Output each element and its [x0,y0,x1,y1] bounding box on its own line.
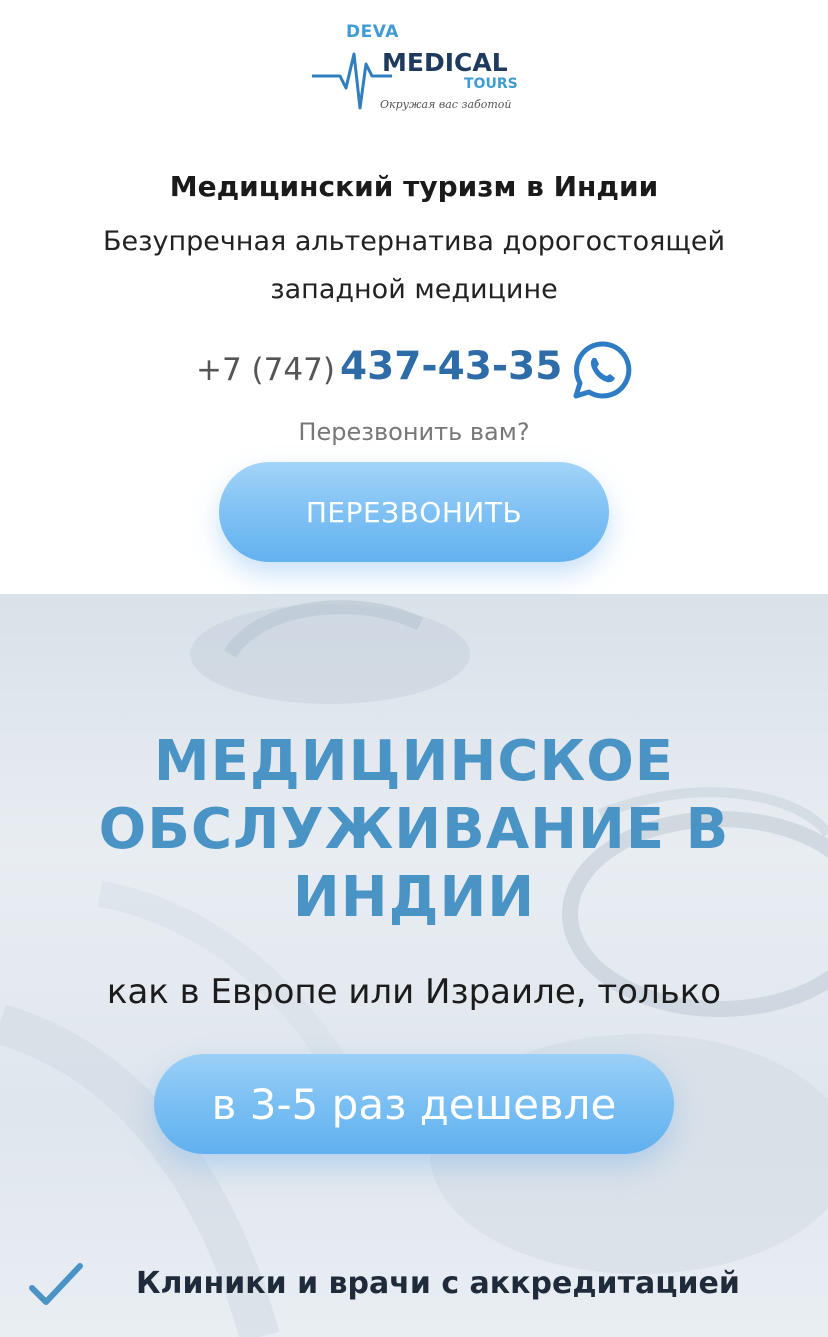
logo-tours: TOURS [464,76,518,92]
logo-deva: DEVA [346,22,399,42]
logo-tagline: Окружая вас заботой [380,98,512,111]
header: DEVA MEDICAL TOURS Окружая вас заботой М… [0,0,828,594]
feature-item: Клиники и врачи с аккредитацией [0,1260,828,1320]
cheaper-button[interactable]: в 3-5 раз дешевле [154,1054,674,1154]
hero-title: МЕДИЦИНСКОЕ ОБСЛУЖИВАНИЕ В ИНДИИ [98,729,730,930]
checkmark-icon [29,1263,83,1305]
phone-number[interactable]: 437-43-35 [340,344,562,389]
page-title: Медицинский туризм в Индии [169,170,659,203]
logo-medical: MEDICAL [382,48,508,77]
hero-section: МЕДИЦИНСКОЕ ОБСЛУЖИВАНИЕ В ИНДИИ как в Е… [0,594,828,1337]
callback-question: Перезвонить вам? [298,418,530,446]
logo[interactable]: DEVA MEDICAL TOURS Окружая вас заботой [312,22,518,120]
phone-prefix[interactable]: +7 (747) [196,352,335,388]
page-subtitle: Безупречная альтернатива дорогостоящей з… [102,226,726,305]
whatsapp-icon[interactable] [572,340,632,400]
callback-button[interactable]: ПЕРЕЗВОНИТЬ [219,462,609,562]
hero-subtitle: как в Европе или Израиле, только [106,972,722,1012]
phone-block: +7 (747) 437-43-35 [0,340,828,400]
feature-text: Клиники и врачи с аккредитацией [136,1266,740,1301]
hero-background-image [0,600,828,1337]
